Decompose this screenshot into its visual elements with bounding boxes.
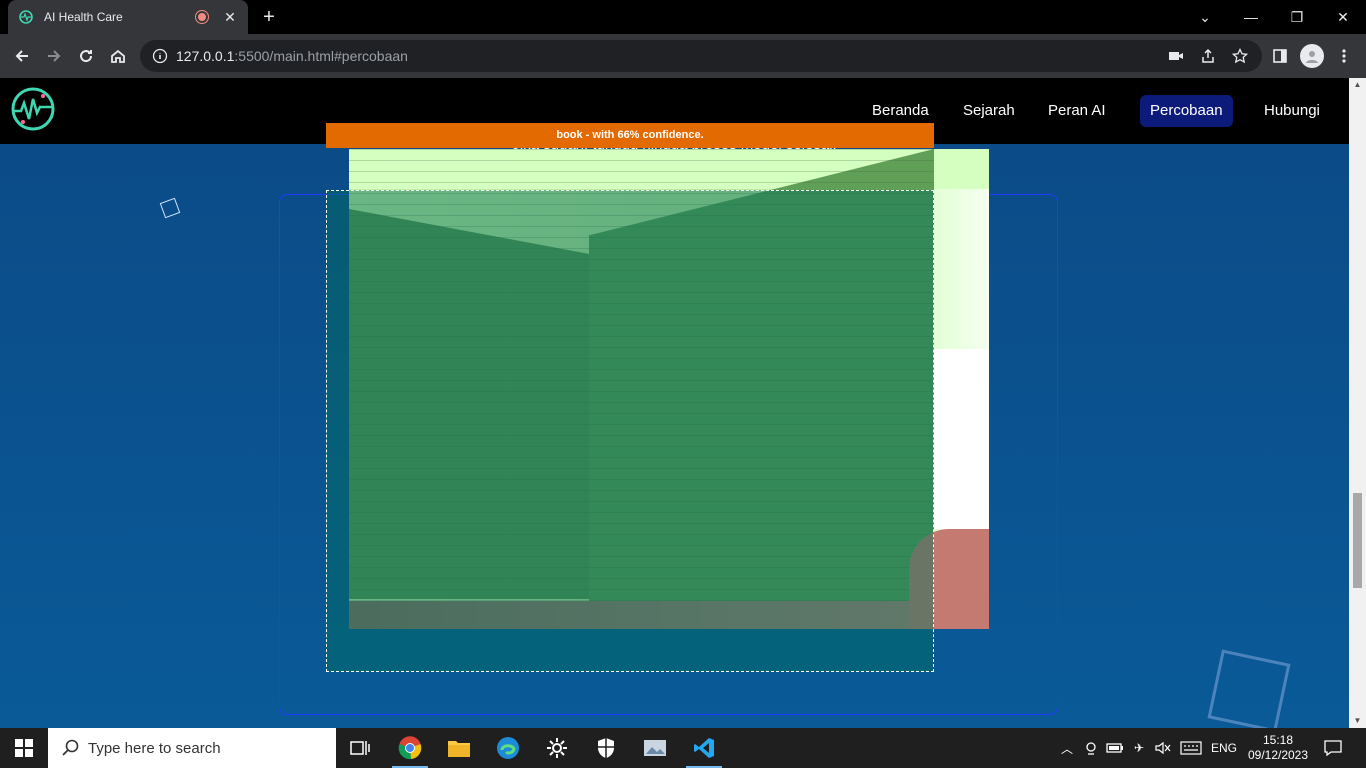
- browser-tabstrip: AI Health Care ✕ + ⌄ — ❐ ✕: [0, 0, 1366, 34]
- clock[interactable]: 15:18 09/12/2023: [1244, 728, 1312, 768]
- webcam-tray-icon[interactable]: [1080, 728, 1102, 768]
- task-view-icon[interactable]: [336, 728, 384, 768]
- url-path: :5500/main.html#percobaan: [234, 48, 408, 64]
- bookmark-star-icon[interactable]: [1230, 46, 1250, 66]
- search-placeholder: Type here to search: [88, 739, 221, 757]
- language-indicator[interactable]: ENG: [1206, 728, 1242, 768]
- detection-bounding-box: [326, 190, 934, 672]
- file-explorer-icon[interactable]: [435, 728, 483, 768]
- battery-icon[interactable]: [1104, 728, 1126, 768]
- new-tab-button[interactable]: +: [258, 6, 280, 28]
- minimize-button[interactable]: —: [1228, 0, 1274, 34]
- nav-peran-ai[interactable]: Peran AI: [1038, 95, 1116, 127]
- share-icon[interactable]: [1198, 46, 1218, 66]
- scroll-down-icon[interactable]: ▼: [1349, 714, 1366, 728]
- scroll-up-icon[interactable]: ▲: [1349, 78, 1366, 92]
- tab-title: AI Health Care: [44, 10, 123, 24]
- vscode-icon[interactable]: [680, 728, 728, 768]
- detection-label: book - with 66% confidence.: [326, 123, 934, 148]
- start-button[interactable]: [0, 728, 48, 768]
- scrollbar-thumb[interactable]: [1353, 493, 1362, 588]
- site-info-icon[interactable]: [152, 48, 168, 64]
- settings-gear-icon[interactable]: [533, 728, 581, 768]
- keyboard-icon[interactable]: [1178, 728, 1204, 768]
- back-button[interactable]: [8, 42, 36, 70]
- edge-icon[interactable]: [484, 728, 532, 768]
- profile-avatar[interactable]: [1300, 44, 1324, 68]
- airplane-mode-icon[interactable]: ✈: [1128, 728, 1150, 768]
- page-scrollbar[interactable]: ▲ ▼: [1349, 78, 1366, 728]
- tab-search-icon[interactable]: ⌄: [1182, 0, 1228, 34]
- search-icon: [62, 739, 79, 756]
- nav-sejarah[interactable]: Sejarah: [953, 95, 1025, 127]
- photos-app-icon[interactable]: [631, 728, 679, 768]
- browser-toolbar: 127.0.0.1:5500/main.html#percobaan: [0, 34, 1366, 78]
- home-button[interactable]: [104, 42, 132, 70]
- tab-close-icon[interactable]: ✕: [222, 9, 238, 26]
- restore-button[interactable]: ❐: [1274, 0, 1320, 34]
- volume-muted-icon[interactable]: [1152, 728, 1174, 768]
- recording-indicator-icon: [196, 11, 208, 23]
- chrome-taskbar-icon[interactable]: [386, 728, 434, 768]
- clock-date: 09/12/2023: [1247, 748, 1309, 762]
- side-panel-icon[interactable]: [1270, 46, 1290, 66]
- address-bar[interactable]: 127.0.0.1:5500/main.html#percobaan: [140, 40, 1262, 72]
- site-favicon-icon: [18, 9, 34, 25]
- url-host: 127.0.0.1: [176, 48, 235, 64]
- show-hidden-icons-icon[interactable]: ︿: [1056, 728, 1078, 768]
- nav-hubungi[interactable]: Hubungi: [1254, 95, 1330, 127]
- reload-button[interactable]: [72, 42, 100, 70]
- taskbar-search-box[interactable]: Type here to search: [48, 728, 336, 768]
- forward-button[interactable]: [40, 42, 68, 70]
- notifications-icon[interactable]: [1316, 728, 1350, 768]
- close-window-button[interactable]: ✕: [1320, 0, 1366, 34]
- decorative-square-icon: [159, 197, 181, 219]
- clock-time: 15:18: [1262, 733, 1294, 747]
- browser-tab[interactable]: AI Health Care ✕: [8, 0, 248, 34]
- page-viewport: Beranda Sejarah Peran AI Percobaan Hubun…: [0, 78, 1366, 728]
- windows-taskbar: Type here to search ︿ ✈ ENG 15:18 09/12/…: [0, 728, 1366, 768]
- nav-percobaan[interactable]: Percobaan: [1140, 95, 1233, 127]
- ai-health-care-logo[interactable]: [10, 86, 56, 132]
- decorative-square-large-icon: [1207, 649, 1291, 728]
- camera-in-use-icon[interactable]: [1166, 46, 1186, 66]
- security-shield-icon[interactable]: [582, 728, 630, 768]
- browser-menu-icon[interactable]: [1334, 46, 1354, 66]
